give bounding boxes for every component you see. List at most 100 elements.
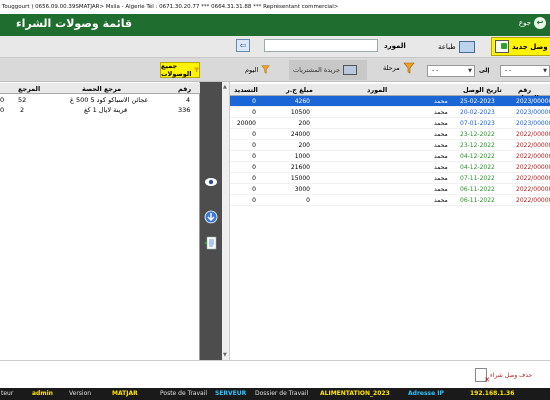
cell-supplier: محمد [434,120,448,127]
cell-num: 2023/00000 [516,120,550,127]
new-receipt-button[interactable]: وصل جديد [491,37,550,56]
cell-date: 06-11-2022 [460,186,495,193]
chevron-up-icon[interactable]: ▲ [223,84,227,90]
cell-num: 336 [178,106,191,114]
cell-paid: 0 [252,142,256,149]
column-header: المورد [367,86,388,94]
table-row[interactable]: 2022/00000 04-12-2022 محمد 21600 0 [230,162,550,173]
chevron-down-icon[interactable]: ▼ [223,352,227,358]
cell-num: 2022/00000 [516,164,550,171]
chevron-down-icon: ▼ [468,68,472,74]
window-controls[interactable] [516,0,550,14]
eye-icon[interactable] [204,175,218,189]
table-row[interactable]: 4 عجائن الاسباكو كود 5 500 غ 52 0 [0,95,200,105]
supplier-label: المورد [384,42,406,50]
cell-paid: 0 [252,164,256,171]
status-ip-label: Adresse IP [408,390,444,397]
cell-supplier: محمد [434,197,448,204]
cell-amount: 10500 [290,109,310,116]
table-row[interactable]: 2022/00000 07-11-2022 محمد 15000 0 [230,173,550,184]
new-receipt-label: وصل جديد [512,42,548,51]
cell-paid: 0 [252,131,256,138]
column-header: رقم [178,85,192,93]
cell-code: 2 [20,106,25,114]
cell-amount: 15000 [290,175,310,182]
cell-amount: 4260 [294,98,310,105]
window-title-bar: Touggourt ) 0656.09.00.39SMATJAR> Msila … [0,0,550,14]
back-button[interactable]: جوع ↩ [519,17,546,29]
to-date-value: - - [432,67,439,74]
vertical-scrollbar[interactable]: ▲ ▼ [222,82,230,360]
status-user-value: admin [32,390,53,397]
cell-date: 25-02-2023 [460,98,495,105]
funnel-icon [403,62,415,74]
cell-supplier: محمد [434,142,448,149]
purchases-label: جريدة المشتريات [293,66,341,74]
document-icon[interactable] [204,236,218,250]
delete-document-icon [475,368,490,384]
cell-num: 2022/00000 [516,197,550,204]
delete-receipt-button[interactable]: حذف وصل شراء [475,368,532,384]
table-row[interactable]: 2023/00000 25-02-2023 محمد 4260 0 [230,96,550,107]
cell-num: 2022/00000 [516,142,550,149]
cell-date: 20-02-2023 [460,109,495,116]
arrow-left-button[interactable]: ⇦ [236,39,250,52]
cell-amount: 1000 [294,153,310,160]
print-button[interactable]: طباعة [438,39,475,55]
from-date-select[interactable]: - - ▼ [500,65,550,77]
cell-paid: 0 [252,197,256,204]
cell-supplier: محمد [434,175,448,182]
action-sidebar [200,82,222,360]
cell-amount: 3000 [294,186,310,193]
arrow-left-icon: ⇦ [239,41,247,50]
table-row[interactable]: 2023/00000 20-02-2023 محمد 10500 0 [230,107,550,118]
all-receipts-label: جميع الوصولات [161,62,192,78]
table-row[interactable]: 2023/00000 07-01-2023 محمد 200 20000 [230,118,550,129]
cell-num: 2023/00000 [516,98,550,105]
cell-date: 06-11-2022 [460,197,495,204]
cell-code: 52 [18,96,27,104]
stage-label: مرحلة [383,64,400,72]
cell-num: 2022/00000 [516,131,550,138]
cell-date: 07-11-2022 [460,175,495,182]
funnel-icon [261,65,270,74]
cell-paid: 0 [252,98,256,105]
cell-supplier: محمد [434,131,448,138]
stage-filter-button[interactable]: مرحلة [383,62,415,74]
today-filter-button[interactable]: اليوم [245,65,270,74]
table-row[interactable]: 336 قرينة لايال 1 كغ 2 0 [0,105,200,115]
arrow-down-icon[interactable] [204,210,218,224]
cell-amount: 21600 [290,164,310,171]
table-row[interactable]: 2022/00000 23-12-2022 محمد 24000 0 [230,129,550,140]
status-bar: teur admin Version MATJAR Poste de Trava… [0,388,550,400]
table-row[interactable]: 2022/00000 06-11-2022 محمد 3000 0 [230,184,550,195]
status-folder-value: ALIMENTATION_2023 [320,390,390,397]
today-label: اليوم [245,65,259,74]
cell-date: 04-12-2022 [460,164,495,171]
column-header: تاريخ الوصل [463,86,502,94]
status-workstation-label: Poste de Travail [160,390,208,397]
cell-date: 23-12-2022 [460,131,495,138]
cell-amount: 24000 [290,131,310,138]
cell-supplier: محمد [434,109,448,116]
supplier-input[interactable] [264,39,378,52]
cell-paid: 20000 [236,120,256,127]
to-date-select[interactable]: - - ▼ [427,65,475,77]
receipt-details-table: رقم مرجع الحصة المرجع 4 عجائن الاسباكو ك… [0,82,200,360]
page-title: قائمة وصولات الشراء [16,17,133,30]
purchases-journal-tab[interactable]: جريدة المشتريات [289,60,367,80]
cell-supplier: محمد [434,164,448,171]
cell-extra: 0 [0,96,5,104]
table-row[interactable]: 2022/00000 23-12-2022 محمد 200 0 [230,140,550,151]
cell-paid: 0 [252,153,256,160]
table-row[interactable]: 2022/00000 06-11-2022 محمد 0 0 [230,195,550,206]
all-receipts-button[interactable]: جميع الوصولات [160,62,200,78]
print-label: طباعة [438,43,456,51]
table-row[interactable]: 2022/00000 04-12-2022 محمد 1000 0 [230,151,550,162]
funnel-icon [194,67,199,73]
cell-ref: عجائن الاسباكو كود 5 500 غ [70,96,149,104]
from-date-value: - - [505,67,512,74]
column-header: مبلغ ج.ر [286,86,313,94]
cell-num: 4 [186,96,191,104]
cell-date: 23-12-2022 [460,142,495,149]
